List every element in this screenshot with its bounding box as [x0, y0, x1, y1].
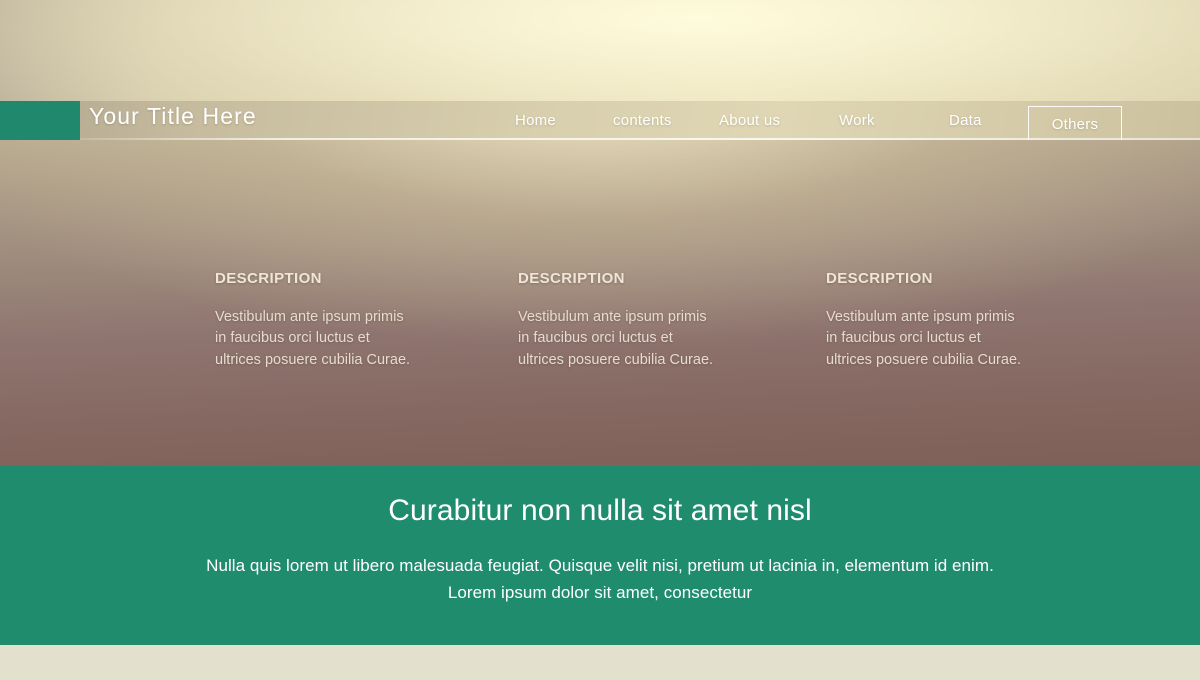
nav-item-contents[interactable]: contents — [613, 112, 672, 129]
description-column: DESCRIPTION Vestibulum ante ipsum primis… — [215, 270, 415, 371]
nav-item-about-us[interactable]: About us — [719, 112, 780, 129]
column-body: Vestibulum ante ipsum primis in faucibus… — [215, 309, 411, 368]
description-column: DESCRIPTION Vestibulum ante ipsum primis… — [518, 270, 718, 371]
description-column: DESCRIPTION Vestibulum ante ipsum primis… — [826, 270, 1026, 371]
green-callout-banner: Curabitur non nulla sit amet nisl Nulla … — [0, 466, 1200, 645]
nav-item-work[interactable]: Work — [839, 112, 875, 129]
column-heading: DESCRIPTION — [215, 270, 322, 287]
column-heading: DESCRIPTION — [826, 270, 933, 287]
top-decorative-band — [0, 0, 1200, 101]
slide-canvas: Your Title Here Home contents About us W… — [0, 0, 1200, 680]
banner-subtext: Nulla quis lorem ut libero malesuada feu… — [206, 556, 994, 602]
nav-item-others-active[interactable]: Others — [1028, 106, 1122, 140]
nav-item-others-label: Others — [1051, 116, 1099, 133]
banner-heading: Curabitur non nulla sit amet nisl — [388, 494, 812, 527]
column-body: Vestibulum ante ipsum primis in faucibus… — [518, 309, 714, 368]
column-body: Vestibulum ante ipsum primis in faucibus… — [826, 309, 1022, 368]
bottom-footer-band — [0, 645, 1200, 680]
nav-item-home[interactable]: Home — [515, 112, 556, 129]
nav-item-data[interactable]: Data — [949, 112, 982, 129]
description-columns: DESCRIPTION Vestibulum ante ipsum primis… — [0, 140, 1200, 466]
column-heading: DESCRIPTION — [518, 270, 625, 287]
nav-menu: Home contents About us Work Data Others — [0, 101, 1200, 140]
header-nav-strip: Your Title Here Home contents About us W… — [0, 101, 1200, 140]
